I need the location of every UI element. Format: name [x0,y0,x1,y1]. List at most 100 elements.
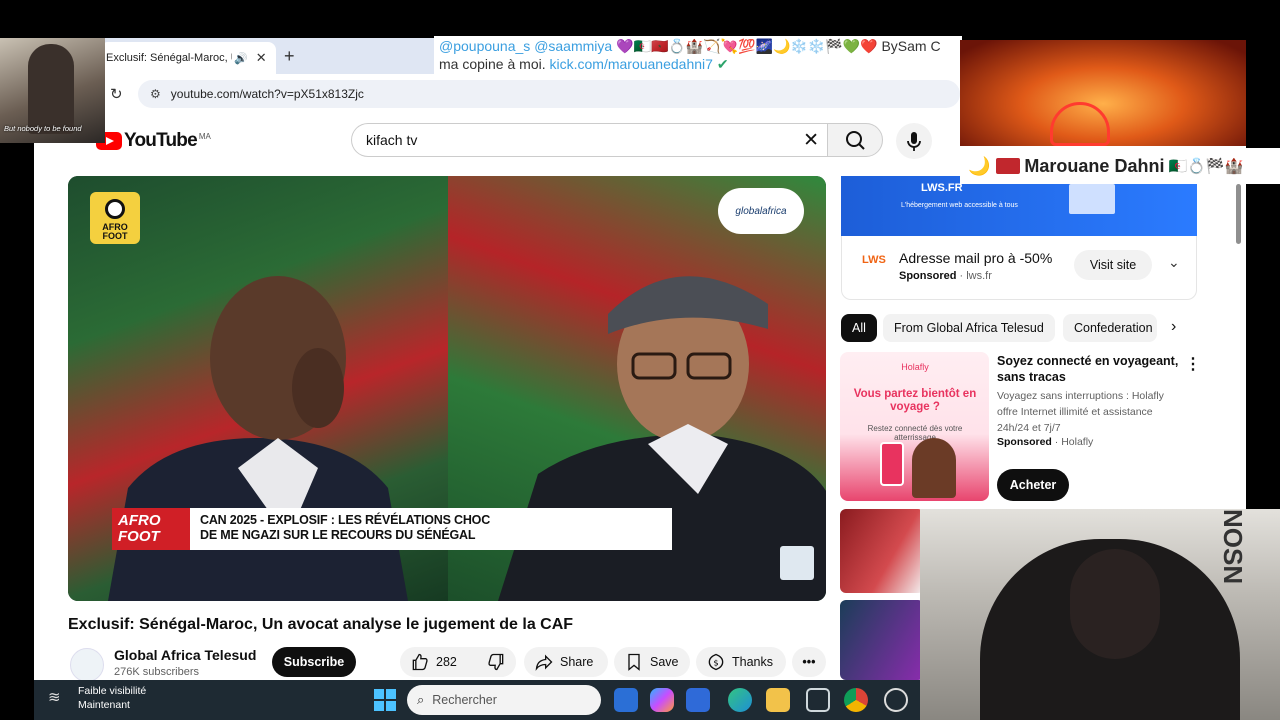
channel-watermark [780,546,814,580]
chat-line: ma copine à moi. kick.com/marouanedahni7… [439,55,962,73]
audio-app-icon[interactable] [806,688,830,712]
file-explorer-icon[interactable] [766,688,790,712]
ad-domain: lws.fr [966,270,992,282]
reload-icon[interactable]: ↻ [110,85,123,103]
moon-icon: 🌙 [968,155,991,176]
obs-icon[interactable] [884,688,908,712]
ad-sponsored-label: Sponsored [899,270,957,282]
promo-sponsored-label: Sponsored [997,436,1052,448]
chat-link: kick.com/marouanedahni7 [549,56,713,72]
promo-thumbnail[interactable]: Holafly Vous partez bientôt en voyage ? … [840,352,989,501]
webcam-overlay-bottom-right: NOSN [920,509,1280,720]
channel-avatar[interactable] [70,648,104,680]
wall-logo: NOSN [1218,509,1248,585]
taskbar-search-placeholder: Rechercher [432,693,497,707]
promo-thumb-brand: Holafly [901,362,929,372]
more-actions-button[interactable]: ••• [792,647,826,677]
subscribe-button[interactable]: Subscribe [272,647,356,677]
chrome-icon[interactable] [844,688,868,712]
address-bar[interactable]: ⚙ youtube.com/watch?v=pX51x813Zjc [138,80,960,108]
more-vertical-icon[interactable]: ⋮ [1185,354,1201,374]
chip-all[interactable]: All [841,314,877,342]
new-tab-icon[interactable]: + [284,46,295,67]
promo-model-image [912,438,956,498]
share-button[interactable]: Share [524,647,608,677]
lws-logo-icon: LWS [862,254,886,266]
search-input[interactable]: kifach tv ✕ [351,123,827,157]
page-scrollbar[interactable] [1236,184,1241,244]
copilot-icon[interactable] [650,688,674,712]
chat-text: ma copine à moi. [439,56,546,72]
video-player[interactable]: AFRO FOOT globalafrica AFRO FOOT CAN 202… [68,176,826,601]
flag-icon [996,158,1021,174]
webcam-caption: But nobody to be found [4,124,82,133]
chip-from-channel[interactable]: From Global Africa Telesud [883,314,1055,342]
tab-title: Exclusif: Sénégal-Maroc, Un avocat analy… [106,52,232,64]
search-value: kifach tv [366,132,418,148]
close-icon[interactable]: ✕ [256,50,267,66]
like-count: 282 [436,655,457,669]
microphone-icon [907,132,921,151]
weather-subtitle: Maintenant [78,699,130,711]
chat-suffix: BySam C [881,38,941,54]
sponsored-ad-card[interactable]: LWS Adresse mail pro à -50% Sponsored · … [841,236,1197,300]
thanks-dollar-icon: $ [708,653,724,671]
promo-thumb-headline: Vous partez bientôt en voyage ? [853,388,977,413]
acheter-button[interactable]: Acheter [997,469,1069,501]
app-icon[interactable] [614,688,638,712]
clear-search-icon[interactable]: ✕ [803,129,819,152]
chevron-down-icon[interactable]: ⌄ [1168,254,1180,271]
promo-description: Voyagez sans interruptions : Holafly off… [997,390,1164,434]
fog-icon: ≋ [48,689,61,706]
search-button[interactable] [827,123,883,157]
thanks-button[interactable]: $ Thanks [696,647,786,677]
chat-line: @poupouna_s @saammiya 💜🇩🇿🇲🇦💍🏰🏹💘💯🌌🌙❄️❄️🏁💚… [439,37,962,55]
webcam-overlay-top-left: But nobody to be found [0,38,105,143]
save-button[interactable]: Save [614,647,690,677]
visit-site-button[interactable]: Visit site [1074,250,1152,280]
streamer-emojis: 🇩🇿💍🏁🏰 [1168,158,1244,175]
ad-title[interactable]: Adresse mail pro à -50% [899,250,1052,266]
youtube-logo[interactable]: YouTube MA [96,130,211,152]
filter-chips: All From Global Africa Telesud Confedera… [841,314,1197,342]
chat-mention: @poupouna_s [439,38,531,54]
lower-third-line2: DE ME NGAZI SUR LE RECOURS DU SÉNÉGAL [200,528,476,542]
weather-widget[interactable]: ≋ Faible visibilité Maintenant [48,684,146,712]
video-title: Exclusif: Sénégal-Maroc, Un avocat analy… [68,616,574,633]
youtube-wordmark: YouTube [124,130,198,151]
windows-taskbar: ≋ Faible visibilité Maintenant ⌕ Recherc… [34,680,920,720]
promo-meta: Sponsored · Holafly [997,436,1094,448]
channel-name[interactable]: Global Africa Telesud [114,647,256,663]
lower-third-line1: CAN 2025 - EXPLOSIF : LES RÉVÉLATIONS CH… [200,513,491,527]
chat-mention: @saammiya [534,38,613,54]
ad-banner-image[interactable]: LWS.FR L'hébergement web accessible à to… [841,176,1197,236]
streamer-name-bar: 🌙 Marouane Dahni 🇩🇿💍🏁🏰 [960,148,1280,184]
outlook-icon[interactable] [686,688,710,712]
verified-icon: ✔ [716,56,729,72]
thanks-label: Thanks [732,655,773,669]
streamer-figure [28,44,74,134]
weather-title: Faible visibilité [78,685,147,697]
windows-start-icon[interactable] [374,689,396,711]
broadcaster-logo: globalafrica [718,188,804,234]
heart-icon [1050,102,1110,146]
stream-chat-overlay: @poupouna_s @saammiya 💜🇩🇿🇲🇦💍🏰🏹💘💯🌌🌙❄️❄️🏁💚… [434,36,962,74]
afro-foot-logo-text: AFRO FOOT [102,222,128,241]
country-code: MA [198,131,211,141]
weather-text: Faible visibilité Maintenant [78,684,146,712]
lower-third-brand: AFRO FOOT [112,508,190,550]
browser-tab[interactable]: Exclusif: Sénégal-Maroc, Un avocat analy… [100,42,276,74]
edge-icon[interactable] [728,688,752,712]
voice-search-button[interactable] [896,123,932,159]
promo-title[interactable]: Soyez connecté en voyageant, sans tracas [997,353,1181,385]
thumbs-down-icon [488,653,504,671]
chip-confederation[interactable]: Confederation [1063,314,1157,342]
speaker-icon[interactable]: 🔊 [234,52,248,65]
dislike-button[interactable] [478,647,516,677]
taskbar-search-input[interactable]: ⌕ Rechercher [407,685,601,715]
chevron-right-icon[interactable]: › [1171,318,1176,336]
promo-advertiser: Holafly [1061,436,1094,448]
site-settings-icon[interactable]: ⚙ [150,87,161,101]
related-video-thumbnail[interactable] [840,600,924,680]
related-video-thumbnail[interactable] [840,509,924,593]
